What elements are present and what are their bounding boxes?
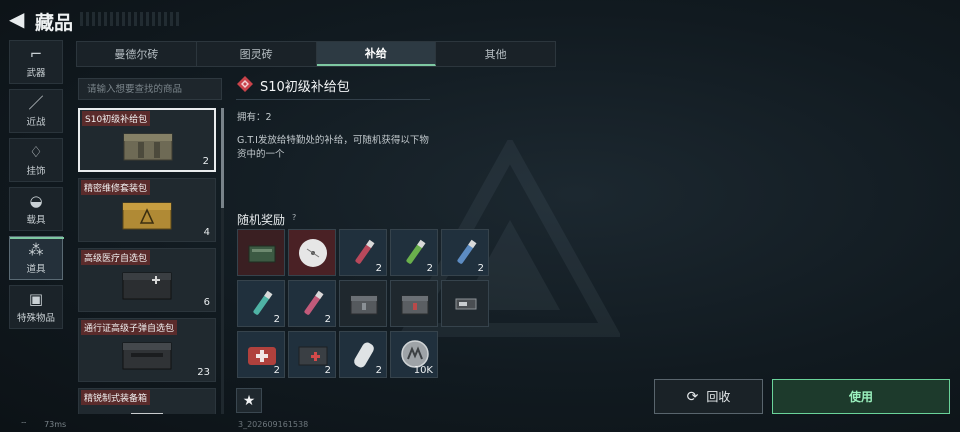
medical-case-icon bbox=[122, 272, 172, 300]
sidebar-item-special[interactable]: ▣ 特殊物品 bbox=[9, 285, 63, 329]
list-item[interactable]: S10初级补给包 2 bbox=[78, 108, 216, 172]
disc-icon bbox=[299, 239, 327, 267]
item-description: G.T.I发放给特勤处的补给，可随机获得以下物资中的一个 bbox=[237, 135, 429, 160]
supply-crate-icon bbox=[123, 133, 173, 161]
sidebar-item-label: 特殊物品 bbox=[16, 312, 55, 324]
category-tabs: 曼德尔砖 图灵砖 补给 其他 bbox=[76, 41, 556, 67]
list-item[interactable]: 精密维修套装包 4 bbox=[78, 178, 216, 242]
items-icon: ⁂ bbox=[28, 240, 44, 259]
list-item-label: 通行证高级子弹自选包 bbox=[81, 320, 178, 335]
title-bar: ◀ 藏品 bbox=[0, 0, 960, 40]
recycle-button[interactable]: ⟳ 回收 bbox=[654, 379, 763, 414]
reward-item[interactable]: 2 bbox=[339, 331, 387, 378]
title-decoration bbox=[80, 12, 180, 26]
owned-count: 拥有：2 bbox=[237, 112, 272, 123]
reward-item[interactable]: 2 bbox=[390, 229, 438, 276]
car-icon: ◒ bbox=[29, 191, 43, 210]
list-item-label: 精密维修套装包 bbox=[81, 180, 151, 195]
page-title: 藏品 bbox=[35, 12, 74, 34]
sidebar-item-label: 挂饰 bbox=[26, 165, 46, 177]
reward-item[interactable] bbox=[390, 280, 438, 327]
help-icon[interactable]: ? bbox=[292, 213, 296, 222]
battery-icon bbox=[455, 298, 477, 310]
ammo-box-icon bbox=[248, 245, 276, 263]
pistol-icon: ⌐ bbox=[29, 44, 43, 63]
use-button[interactable]: 使用 bbox=[772, 379, 950, 414]
status-bar: ⌔ 73ms bbox=[20, 420, 66, 430]
reward-item[interactable]: 2 bbox=[339, 229, 387, 276]
list-scrollbar[interactable] bbox=[221, 108, 224, 414]
sidebar-item-label: 武器 bbox=[26, 67, 46, 79]
charm-icon: ♢ bbox=[29, 142, 43, 161]
recycle-button-label: 回收 bbox=[706, 390, 731, 404]
tab-mandel-brick[interactable]: 曼德尔砖 bbox=[77, 42, 197, 66]
use-button-label: 使用 bbox=[848, 390, 873, 404]
ammo-case-icon bbox=[122, 342, 172, 370]
tab-turing-brick[interactable]: 图灵砖 bbox=[197, 42, 317, 66]
supply-diamond-icon bbox=[237, 76, 253, 92]
ping-value: 73ms bbox=[44, 420, 67, 429]
sidebar-item-vehicles[interactable]: ◒ 载具 bbox=[9, 187, 63, 231]
reward-item[interactable]: 2 bbox=[441, 229, 489, 276]
list-item-label: 高级医疗自选包 bbox=[81, 250, 151, 265]
sidebar-item-label: 载具 bbox=[26, 214, 46, 226]
reward-item[interactable]: 2 bbox=[237, 280, 285, 327]
reward-item[interactable] bbox=[441, 280, 489, 327]
list-item-count: 23 bbox=[197, 367, 210, 378]
list-item[interactable]: 高级医疗自选包 6 bbox=[78, 248, 216, 312]
list-item-label: 精锐制式装备箱 bbox=[81, 390, 151, 405]
tab-supplies[interactable]: 补给 bbox=[316, 42, 437, 66]
scroll-thumb[interactable] bbox=[221, 108, 224, 208]
search-input[interactable] bbox=[78, 78, 222, 100]
red-case-icon bbox=[401, 295, 429, 315]
item-title: S10初级补给包 bbox=[260, 80, 350, 95]
reward-item[interactable]: 10K bbox=[390, 331, 438, 378]
list-item-count: 6 bbox=[203, 297, 210, 308]
back-arrow-icon[interactable]: ◀ bbox=[9, 9, 27, 29]
sidebar-item-weapons[interactable]: ⌐ 武器 bbox=[9, 40, 63, 84]
reward-item[interactable] bbox=[339, 280, 387, 327]
rewards-heading: 随机奖励 bbox=[237, 213, 286, 227]
sidebar-item-items[interactable]: ⁂ 道具 bbox=[9, 236, 64, 280]
list-item-count: 2 bbox=[202, 156, 209, 167]
repair-kit-case-icon bbox=[122, 202, 172, 230]
reward-item[interactable]: 2 bbox=[288, 331, 336, 378]
toolbox-icon: ▣ bbox=[28, 289, 44, 308]
knife-icon: ／ bbox=[28, 93, 44, 112]
equipment-crate-icon bbox=[131, 413, 163, 414]
reward-item[interactable]: 2 bbox=[237, 331, 285, 378]
sidebar-item-label: 道具 bbox=[26, 263, 46, 275]
sidebar-item-label: 近战 bbox=[26, 116, 46, 128]
sidebar-item-melee[interactable]: ／ 近战 bbox=[9, 89, 63, 133]
divider bbox=[236, 99, 430, 100]
list-item-count: 4 bbox=[203, 227, 210, 238]
build-version: 3_202609161538 bbox=[238, 420, 309, 429]
favorite-star-icon[interactable]: ★ bbox=[236, 388, 262, 413]
reward-item[interactable] bbox=[288, 229, 336, 276]
gray-case-icon bbox=[350, 295, 378, 315]
tab-other[interactable]: 其他 bbox=[436, 42, 555, 66]
list-item[interactable]: 通行证高级子弹自选包 23 bbox=[78, 318, 216, 382]
recycle-icon: ⟳ bbox=[686, 388, 699, 405]
sidebar-item-charms[interactable]: ♢ 挂饰 bbox=[9, 138, 63, 182]
item-list: S10初级补给包 2 精密维修套装包 4 高级医疗自选包 6 通行证高级子弹自选… bbox=[78, 108, 218, 414]
list-item-label: S10初级补给包 bbox=[82, 111, 151, 126]
reward-item[interactable] bbox=[237, 229, 285, 276]
wifi-icon: ⌔ bbox=[20, 420, 28, 429]
reward-item[interactable]: 2 bbox=[288, 280, 336, 327]
list-item[interactable]: 精锐制式装备箱 bbox=[78, 388, 216, 414]
